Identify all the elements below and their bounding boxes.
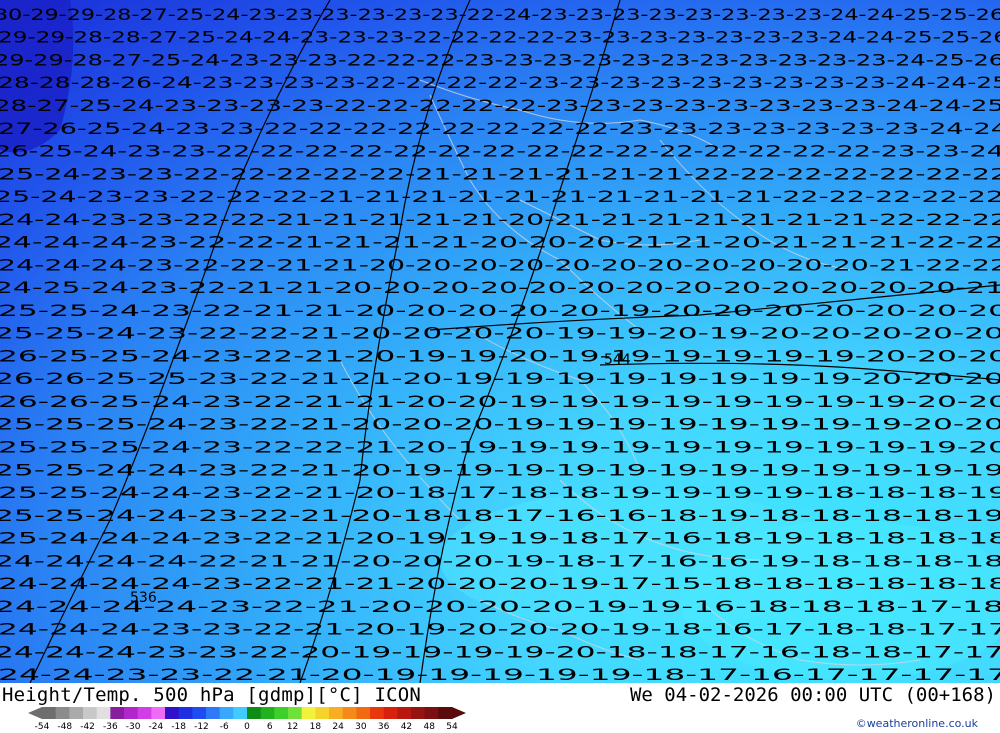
temperature-row: 24-24-24-23-23-22-21-20-19-20-20-20-19-1… xyxy=(0,620,1000,639)
legend-swatch xyxy=(96,707,111,719)
legend-swatch xyxy=(397,707,412,719)
legend-arrow-right xyxy=(452,707,466,719)
map-datetime: We 04-02-2026 00:00 UTC (00+168) xyxy=(629,684,996,706)
weather-map: 30-29-29-28-27-25-24-23-23-23-23-23-23-2… xyxy=(0,0,1000,683)
legend-swatch xyxy=(124,707,139,719)
temperature-row: 25-25-25-24-23-22-21-20-20-20-19-19-19-1… xyxy=(0,415,1000,434)
legend-swatch xyxy=(83,707,98,719)
legend-tick-label: -54 xyxy=(34,722,50,732)
legend-tick-label: -36 xyxy=(102,722,118,732)
legend-tick-label: -24 xyxy=(148,722,164,732)
legend-tick-label: -12 xyxy=(194,722,209,732)
temperature-row: 24-24-24-23-22-22-21-21-20-20-20-20-20-2… xyxy=(0,255,1000,274)
temperature-row: 27-26-25-24-23-23-22-22-22-22-22-22-22-2… xyxy=(0,119,1000,138)
legend-tick-label: -48 xyxy=(57,722,73,732)
legend-swatch xyxy=(329,707,344,719)
legend-swatch xyxy=(301,707,316,719)
map-title: Height/Temp. 500 hPa [gdmp][°C] ICON xyxy=(2,684,422,706)
temperature-row: 24-24-23-23-22-21-20-19-19-19-19-19-18-1… xyxy=(0,665,1000,683)
legend-swatch xyxy=(438,707,453,719)
legend-swatch xyxy=(356,707,371,719)
legend-tick-label: 18 xyxy=(309,722,322,732)
temperature-row: 25-25-24-24-23-22-21-20-18-17-18-18-19-1… xyxy=(0,483,1000,502)
legend-tick-label: 30 xyxy=(355,722,367,732)
color-legend xyxy=(28,707,466,719)
temperature-field: 30-29-29-28-27-25-24-23-23-23-23-23-23-2… xyxy=(0,0,1000,683)
height-label-544: 544 xyxy=(604,352,631,368)
legend-tick-label: -6 xyxy=(219,722,229,732)
legend-tick-label: 24 xyxy=(332,722,344,732)
legend-tick-labels: -54 -48 -42 -36 -30 -24 -18 -12 -6 0 6 12 18 24 30 36 42… xyxy=(0,722,480,733)
legend-swatch xyxy=(192,707,207,719)
temperature-row: 25-25-24-24-23-22-21-20-18-18-17-16-16-1… xyxy=(0,506,1000,525)
temperature-row: 28-28-28-26-24-23-23-23-23-22-22-22-22-2… xyxy=(0,73,1000,92)
legend-swatch xyxy=(219,707,234,719)
legend-tick-label: -30 xyxy=(125,722,141,732)
legend-tick-label: 0 xyxy=(244,722,250,732)
legend-tick-label: 48 xyxy=(423,722,435,732)
legend-swatch xyxy=(233,707,248,719)
legend-swatch xyxy=(342,707,357,719)
legend-tick-label: 42 xyxy=(400,722,413,732)
temperature-row: 26-26-25-24-23-22-21-21-20-20-19-19-19-1… xyxy=(0,392,1000,411)
temperature-row: 26-26-25-25-23-22-21-21-20-19-19-19-19-1… xyxy=(0,369,1000,388)
legend-swatch xyxy=(370,707,385,719)
temperature-row: 29-29-28-27-25-24-23-23-23-22-22-22-23-2… xyxy=(0,50,1000,69)
temperature-row: 25-25-25-24-23-22-22-21-20-19-19-19-19-1… xyxy=(0,438,1000,457)
legend-swatch xyxy=(288,707,303,719)
legend-swatch xyxy=(206,707,221,719)
temperature-row: 26-25-25-24-23-22-21-20-19-19-20-19-19-1… xyxy=(0,346,1000,365)
legend-swatch xyxy=(137,707,152,719)
legend-swatch xyxy=(151,707,166,719)
temperature-row: 25-24-23-23-22-22-22-21-21-21-21-21-21-2… xyxy=(0,187,1000,206)
legend-tick-label: 36 xyxy=(377,722,390,732)
temperature-row: 26-25-24-23-23-22-22-22-22-22-22-22-22-2… xyxy=(0,142,1000,161)
temperature-row: 24-24-24-23-23-22-20-19-19-19-19-20-18-1… xyxy=(0,642,1000,661)
height-label-536: 536 xyxy=(130,590,157,606)
temperature-row: 25-25-24-24-23-22-21-20-19-19-19-19-19-1… xyxy=(0,460,1000,479)
temperature-row: 24-25-24-23-22-21-21-20-20-20-20-20-20-2… xyxy=(0,278,1000,297)
credit-link[interactable]: ©weatheronline.co.uk xyxy=(856,717,978,730)
temperature-row: 25-24-24-24-23-22-21-20-19-19-19-18-17-1… xyxy=(0,529,1000,548)
temperature-row: 25-25-24-23-22-21-21-20-20-20-20-20-19-2… xyxy=(0,301,1000,320)
legend-tick-label: -18 xyxy=(171,722,187,732)
legend-swatch xyxy=(69,707,84,719)
legend-swatch xyxy=(110,707,125,719)
legend-swatch xyxy=(424,707,439,719)
temperature-row: 30-29-29-28-27-25-24-23-23-23-23-23-23-2… xyxy=(0,5,1000,24)
legend-swatch xyxy=(411,707,426,719)
legend-swatch xyxy=(42,707,57,719)
legend-swatch xyxy=(178,707,193,719)
temperature-row: 25-25-24-23-22-22-21-20-20-20-20-19-19-2… xyxy=(0,324,1000,343)
temperature-row: 24-24-23-23-22-22-21-21-21-21-21-20-21-2… xyxy=(0,210,1000,229)
legend-tick-label: -42 xyxy=(80,722,95,732)
legend-arrow-left xyxy=(28,707,42,719)
legend-swatch xyxy=(260,707,275,719)
legend-swatch xyxy=(274,707,289,719)
temperature-row: 24-24-24-24-22-21-21-20-20-20-19-18-17-1… xyxy=(0,551,1000,570)
legend-tick-label: 12 xyxy=(286,722,299,732)
legend-swatch xyxy=(165,707,180,719)
temperature-row: 28-27-25-24-23-23-23-23-22-22-22-22-22-2… xyxy=(0,96,1000,115)
temperature-row: 24-24-24-23-22-22-21-21-21-21-20-20-20-2… xyxy=(0,233,1000,252)
legend-tick-label: 54 xyxy=(446,722,458,732)
temperature-row: 29-29-28-28-27-25-24-24-23-23-23-22-22-2… xyxy=(0,28,1000,47)
legend-swatch xyxy=(383,707,398,719)
legend-swatch xyxy=(55,707,70,719)
temperature-row: 25-24-23-23-22-22-22-22-22-21-21-21-21-2… xyxy=(0,164,1000,183)
legend-tick-label: 6 xyxy=(266,722,273,732)
legend-swatch xyxy=(247,707,262,719)
legend-swatch xyxy=(315,707,330,719)
